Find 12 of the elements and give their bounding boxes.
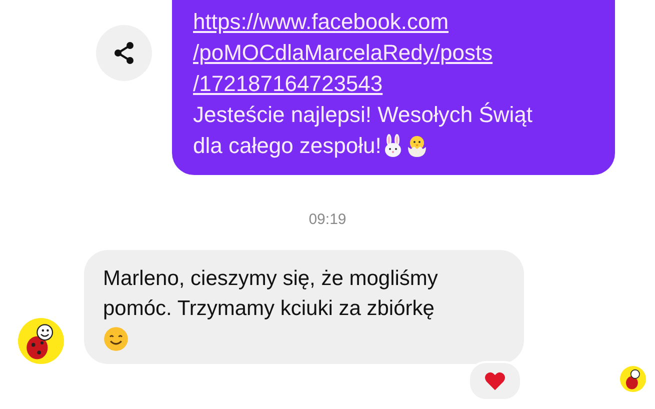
message-text: Jesteście najlepsi! Wesołych Świąt [193,101,533,129]
smiling-face-icon [103,326,129,352]
post-link[interactable]: https://www.facebook.com [193,6,595,37]
message-text: dla całego zespołu! [193,132,382,160]
share-icon [113,41,135,65]
message-timestamp: 09:19 [308,211,348,230]
heart-icon [484,371,506,391]
ladybug-avatar-icon [620,366,646,392]
message-text: Marleno, cieszymy się, że mogliśmy pomóc. Trzymamy kciuki za zbiórkę [103,266,439,322]
post-link[interactable]: /poMOCdlaMarcelaRedy/posts [193,37,595,68]
post-link[interactable]: /172187164723543 [193,68,595,99]
ladybug-avatar-icon [18,318,64,364]
